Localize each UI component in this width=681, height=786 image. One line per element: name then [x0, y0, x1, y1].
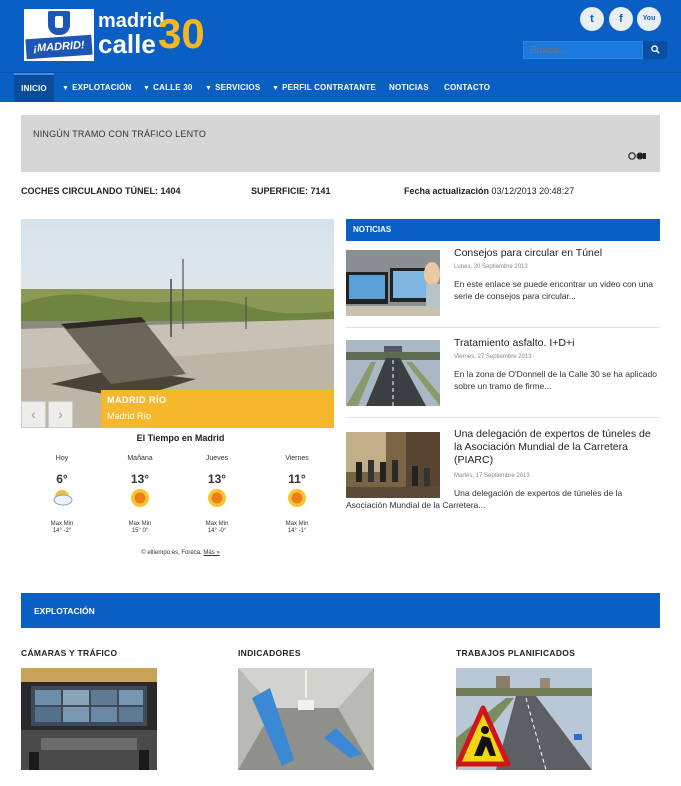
youtube-icon[interactable]: You [637, 7, 661, 31]
weather-temp: 13° [130, 472, 150, 486]
nav-item-inicio[interactable]: INICIO [14, 73, 54, 102]
news-item[interactable]: Una delegación de expertos de túneles de… [346, 428, 660, 515]
nav-item-calle30[interactable]: ▼ CALLE 30 [143, 73, 193, 102]
traffic-status-text: NINGÚN TRAMO CON TRÁFICO LENTO [33, 129, 207, 139]
weather-temp: 11° [288, 472, 306, 486]
facebook-icon[interactable]: f [609, 7, 633, 31]
weather-temp: 13° [207, 472, 227, 486]
hero-caption-title: MADRID RÍO [107, 395, 167, 405]
nav-item-label: CALLE 30 [153, 83, 193, 92]
madrid-logo-text: ¡MADRID! [25, 34, 93, 60]
caret-down-icon: ▼ [143, 85, 151, 92]
news-separator [346, 417, 660, 418]
madrid-logo[interactable]: ¡MADRID! [24, 9, 94, 61]
indicators-title[interactable]: INDICADORES [238, 648, 301, 658]
nav-item-servicios[interactable]: ▼ SERVICIOS [205, 73, 260, 102]
weather-day: Mañana [127, 455, 153, 462]
twitter-icon[interactable]: t [580, 7, 604, 31]
news-date: Viernes, 27 Septiembre 2013 [454, 354, 532, 360]
update-label: Fecha actualización [404, 186, 490, 196]
hero-caption[interactable]: MADRID RÍO Madrid Río [101, 390, 334, 428]
news-section-header: NOTICIAS [346, 219, 660, 241]
news-date: Martes, 17 Septiembre 2013 [454, 473, 530, 479]
weather-minmax: Max Min 14° -0° [205, 521, 229, 534]
brand-calle[interactable]: calle [98, 30, 156, 58]
weather-day: Viernes [285, 455, 309, 462]
cars-in-tunnel-stat: COCHES CIRCULANDO TÚNEL: 1404 [21, 186, 181, 196]
news-item[interactable]: Consejos para circular en Túnel Lunes, 3… [346, 247, 660, 320]
news-date: Lunes, 30 Septiembre 2013 [454, 264, 528, 270]
cameras-traffic-image[interactable] [21, 668, 157, 770]
search-input[interactable] [523, 41, 643, 59]
news-thumbnail[interactable] [346, 250, 440, 316]
news-description: En este enlace se puede encontrar un vid… [454, 279, 653, 301]
traffic-status-box: NINGÚN TRAMO CON TRÁFICO LENTO [21, 115, 660, 172]
caret-down-icon: ▼ [62, 85, 70, 92]
nav-item-label: PERFIL CONTRATANTE [282, 83, 376, 92]
news-separator [346, 327, 660, 328]
partly-cloudy-icon [53, 490, 73, 506]
hero-caption-subtitle: Madrid Río [107, 411, 152, 421]
news-header-label: NOTICIAS [353, 225, 392, 234]
weather-title: El Tiempo en Madrid [136, 433, 225, 443]
traffic-light-icon [627, 150, 647, 165]
search-icon [650, 45, 660, 54]
slider-next-button[interactable]: › [48, 401, 73, 428]
chevron-left-icon: ‹ [31, 406, 36, 422]
planned-works-title[interactable]: TRABAJOS PLANIFICADOS [456, 648, 575, 658]
indicators-image[interactable] [238, 668, 374, 770]
update-value: 03/12/2013 20:48:27 [491, 186, 575, 196]
sun-icon [288, 489, 306, 507]
planned-works-image[interactable] [456, 668, 592, 770]
update-stat: Fecha actualización 03/12/2013 20:48:27 [404, 186, 574, 196]
news-thumbnail[interactable] [346, 340, 440, 406]
nav-item-noticias[interactable]: NOTICIAS [389, 73, 429, 102]
sun-icon [131, 489, 149, 507]
news-item[interactable]: Tratamiento asfalto. I+D+i Viernes, 27 S… [346, 337, 660, 410]
news-title[interactable]: Consejos para circular en Túnel [454, 247, 660, 260]
surface-stat: SUPERFICIE: 7141 [251, 186, 331, 196]
news-description: Una delegación de expertos de túneles de… [346, 488, 623, 510]
weather-minmax: Max Min 15° 0° [128, 521, 152, 534]
nav-item-perfil-contratante[interactable]: ▼ PERFIL CONTRATANTE [272, 73, 376, 102]
weather-credit: © eltiempo.es, Foreca. Más » [21, 550, 340, 556]
site-header: ¡MADRID! madrid calle 30 t f You [0, 0, 681, 72]
search-button[interactable] [643, 41, 667, 59]
nav-item-explotacion[interactable]: ▼ EXPLOTACIÓN [62, 73, 132, 102]
caret-down-icon: ▼ [205, 85, 213, 92]
cameras-traffic-title[interactable]: CÁMARAS Y TRÁFICO [21, 648, 117, 658]
weather-day: Hoy [55, 455, 69, 462]
weather-day: Jueves [205, 455, 229, 462]
sun-icon [208, 489, 226, 507]
weather-minmax: Max Min 14° -2° [50, 521, 74, 534]
weather-more-link[interactable]: Más » [203, 550, 219, 556]
slider-prev-button[interactable]: ‹ [21, 401, 46, 428]
caret-down-icon: ▼ [272, 85, 280, 92]
weather-minmax: Max Min 14° -1° [285, 521, 309, 534]
chevron-right-icon: › [58, 406, 63, 422]
nav-item-label: EXPLOTACIÓN [72, 83, 132, 92]
nav-item-label: CONTACTO [444, 83, 491, 92]
explotacion-section-header: EXPLOTACIÓN [21, 593, 660, 628]
news-description: En la zona de O'Donnell de la Calle 30 s… [454, 369, 657, 391]
weather-temp: 6° [56, 472, 68, 486]
nav-item-label: INICIO [21, 84, 47, 93]
news-title[interactable]: Tratamiento asfalto. I+D+i [454, 337, 660, 350]
nav-item-label: SERVICIOS [215, 83, 261, 92]
explotacion-header-label: EXPLOTACIÓN [34, 606, 95, 616]
brand-number[interactable]: 30 [158, 11, 205, 57]
weather-credit-text: © eltiempo.es, Foreca. [141, 550, 202, 556]
madrid-crest-icon [48, 11, 70, 35]
nav-item-contacto[interactable]: CONTACTO [444, 73, 490, 102]
main-nav: INICIO ▼ EXPLOTACIÓN ▼ CALLE 30 ▼ SERVICIOS… [0, 72, 681, 102]
nav-item-label: NOTICIAS [389, 83, 429, 92]
news-title[interactable]: Una delegación de expertos de túneles de… [454, 428, 660, 467]
